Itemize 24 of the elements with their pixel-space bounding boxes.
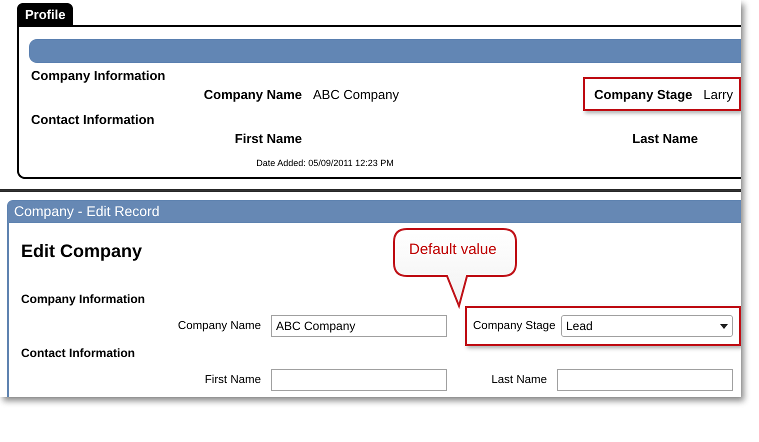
field-label: Company Name <box>202 86 302 102</box>
window-title: Company - Edit Record <box>7 200 741 223</box>
form-heading: Edit Company <box>21 241 142 262</box>
section-title: Company Information <box>30 67 166 81</box>
field-label: Last Name <box>631 130 698 146</box>
stage-select[interactable]: Lead <box>561 315 733 337</box>
caret-icon <box>720 324 728 328</box>
field-value: Larry <box>703 86 733 102</box>
callout-text: Default value <box>409 241 497 258</box>
field-label: First Name <box>204 374 261 386</box>
date-added: Date Added: 05/09/2011 12:23 PM <box>255 158 395 168</box>
input-field[interactable] <box>271 369 447 391</box>
section-title: Contact Information <box>21 346 136 360</box>
input-field[interactable]: ABC Company <box>271 315 447 337</box>
field-label: Company Stage <box>593 86 692 102</box>
input-field[interactable] <box>557 369 733 391</box>
field-label: Company Name <box>176 320 261 332</box>
field-value: ABC Company <box>313 86 399 102</box>
section-title: Company Information <box>21 292 146 306</box>
profile-tab[interactable]: Profile <box>17 3 74 25</box>
field-label: First Name <box>234 130 302 146</box>
field-label: Company Stage <box>473 320 553 332</box>
section-title: Contact Information <box>30 111 156 125</box>
field-label: Last Name <box>490 374 547 386</box>
